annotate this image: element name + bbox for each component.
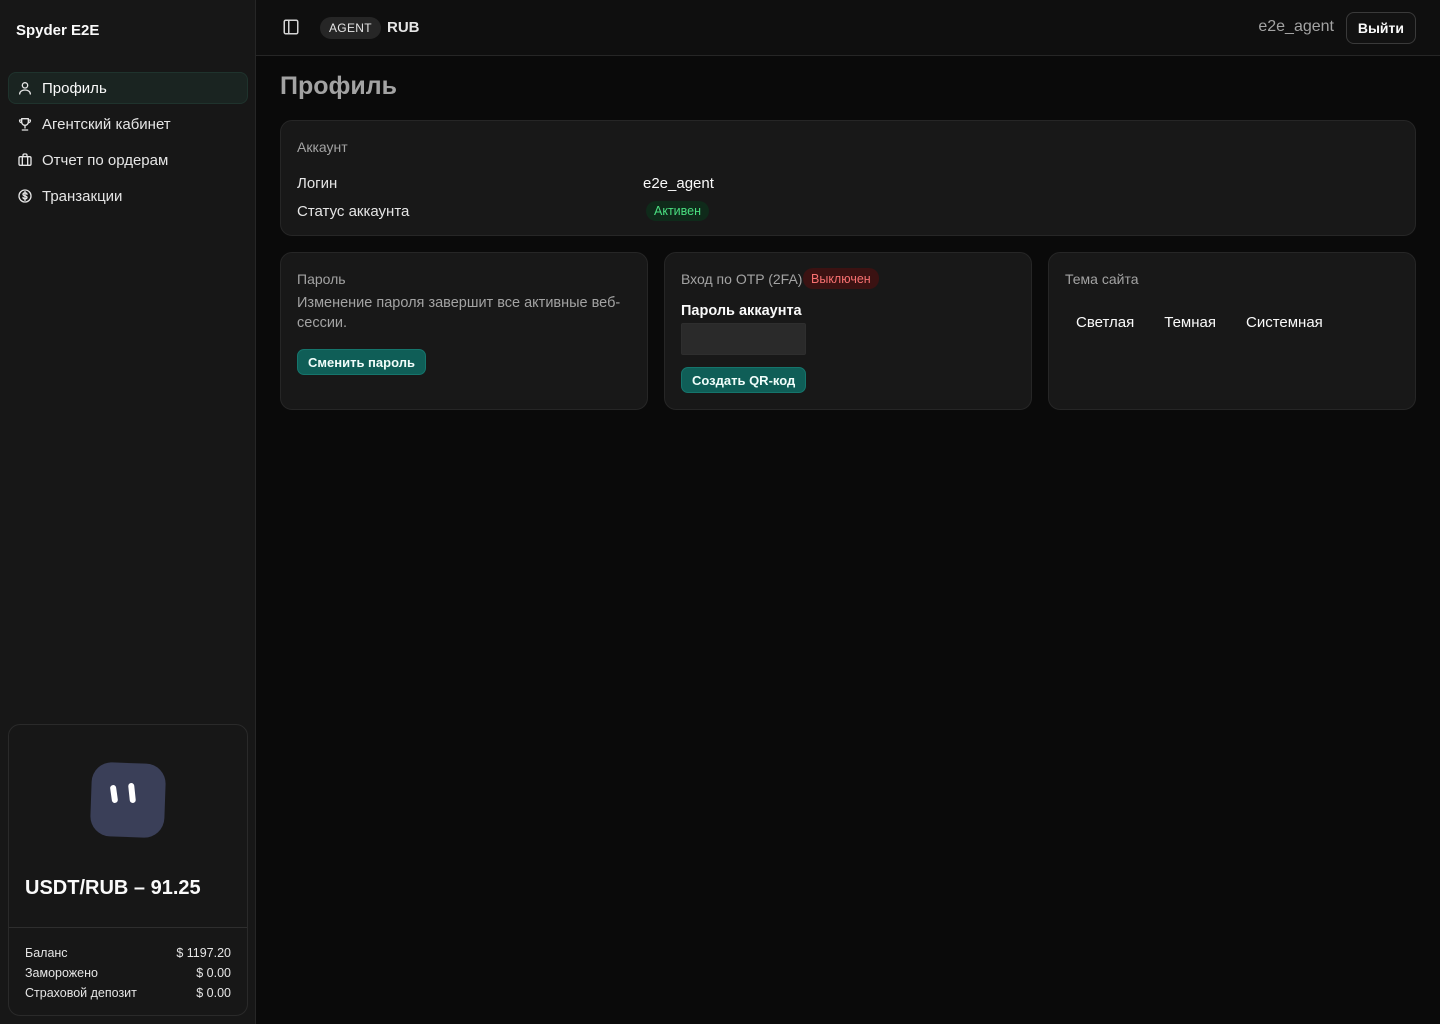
account-card-title: Аккаунт [297,139,348,155]
rate-card: USDT/RUB – 91.25 Баланс $ 1197.20 Заморо… [8,724,248,1016]
password-card-title: Пароль [297,271,346,287]
frozen-value: $ 0.00 [196,966,231,980]
page-title: Профиль [280,72,398,100]
sidebar-item-label: Транзакции [42,187,123,205]
sidebar: Spyder E2E Профиль Агентский кабинет Отч… [0,0,256,1024]
role-badge: AGENT [320,17,381,39]
top-bar: AGENT RUB e2e_agent Выйти [256,0,1440,56]
theme-card: Тема сайта Светлая Темная Системная [1048,252,1416,410]
sidebar-item-label: Отчет по ордерам [42,151,169,169]
account-password-label: Пароль аккаунта [681,303,802,319]
sidebar-item-transactions[interactable]: Транзакции [8,180,248,212]
deposit-label: Страховой депозит [25,986,137,1000]
balance-list: Баланс $ 1197.20 Заморожено $ 0.00 Страх… [25,943,231,1003]
dollar-circle-icon [18,189,32,203]
currency-label: RUB [387,19,420,36]
balance-label: Баланс [25,946,68,960]
sidebar-nav: Профиль Агентский кабинет Отчет по ордер… [8,72,248,216]
account-password-input[interactable] [681,323,806,355]
username: e2e_agent [1258,18,1334,35]
frozen-label: Заморожено [25,966,98,980]
login-value: e2e_agent [643,175,714,192]
sidebar-item-label: Агентский кабинет [42,115,171,133]
sidebar-toggle-icon[interactable] [282,18,300,36]
theme-card-title: Тема сайта [1065,271,1139,287]
balance-value: $ 1197.20 [176,946,231,960]
account-card: Аккаунт Логин e2e_agent Статус аккаунта … [280,120,1416,236]
usdt-rub-rate: USDT/RUB – 91.25 [25,877,201,899]
status-label: Статус аккаунта [297,203,410,220]
change-password-button[interactable]: Сменить пароль [297,349,426,375]
sidebar-item-profile[interactable]: Профиль [8,72,248,104]
status-badge: Активен [646,201,710,221]
otp-card: Вход по OTP (2FA) Выключен Пароль аккаун… [664,252,1032,410]
brand-title: Spyder E2E [16,22,100,39]
sidebar-item-label: Профиль [42,79,107,97]
briefcase-icon [18,153,32,166]
login-label: Логин [297,175,338,192]
deposit-value: $ 0.00 [196,986,231,1000]
logout-button[interactable]: Выйти [1345,12,1416,44]
user-icon [19,82,31,95]
sidebar-item-agent-cabinet[interactable]: Агентский кабинет [8,108,248,140]
mascot-logo-icon [90,762,166,838]
theme-system-option[interactable]: Системная [1235,311,1334,333]
otp-card-title: Вход по OTP (2FA) [681,271,803,287]
theme-light-option[interactable]: Светлая [1065,311,1145,333]
otp-status-badge: Выключен [803,268,879,289]
frozen-row: Заморожено $ 0.00 [25,963,231,983]
divider [9,927,247,928]
deposit-row: Страховой депозит $ 0.00 [25,983,231,1003]
balance-row: Баланс $ 1197.20 [25,943,231,963]
theme-dark-option[interactable]: Темная [1153,311,1227,333]
sidebar-item-orders-report[interactable]: Отчет по ордерам [8,144,248,176]
trophy-icon [18,118,32,131]
theme-options: Светлая Темная Системная [1065,311,1334,333]
password-description: Изменение пароля завершит все активные в… [297,295,621,331]
password-card: Пароль Изменение пароля завершит все акт… [280,252,648,410]
create-qr-button[interactable]: Создать QR-код [681,367,807,393]
